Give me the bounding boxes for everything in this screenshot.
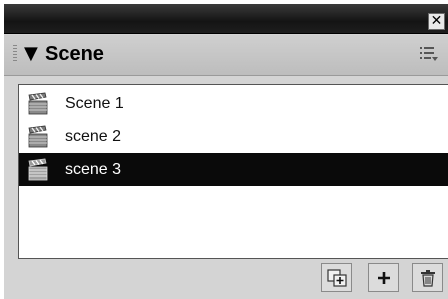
scene-label: Scene 1: [65, 94, 124, 112]
scene-panel-window: ✕ ▼ Scene Scene 1 scene 2 scene 3: [4, 4, 448, 299]
close-button[interactable]: ✕: [428, 13, 445, 30]
scene-label: scene 3: [65, 160, 122, 178]
clapperboard-icon: [28, 158, 48, 180]
add-scene-icon: [377, 271, 390, 284]
panel-title-strip[interactable]: ✕: [4, 4, 448, 34]
collapse-arrow-icon[interactable]: ▼: [24, 43, 38, 64]
duplicate-scene-button[interactable]: [321, 263, 352, 292]
scene-list[interactable]: Scene 1 scene 2 scene 3: [18, 84, 448, 259]
list-item[interactable]: Scene 1: [19, 87, 448, 120]
close-icon: ✕: [430, 13, 443, 29]
scene-label: scene 2: [65, 127, 122, 145]
delete-scene-icon: [420, 269, 435, 287]
drag-grip-icon[interactable]: [13, 45, 17, 63]
list-item-selected[interactable]: scene 3: [19, 153, 448, 186]
add-scene-button[interactable]: [368, 263, 399, 292]
duplicate-scene-icon: [326, 268, 347, 287]
clapperboard-icon: [28, 125, 48, 147]
delete-scene-button[interactable]: [412, 263, 443, 292]
options-menu-button[interactable]: [420, 46, 438, 62]
options-menu-icon: [420, 47, 438, 61]
list-item[interactable]: scene 2: [19, 120, 448, 153]
panel-header[interactable]: ▼ Scene: [4, 35, 448, 76]
panel-title: Scene: [45, 43, 104, 65]
clapperboard-icon: [28, 92, 48, 114]
